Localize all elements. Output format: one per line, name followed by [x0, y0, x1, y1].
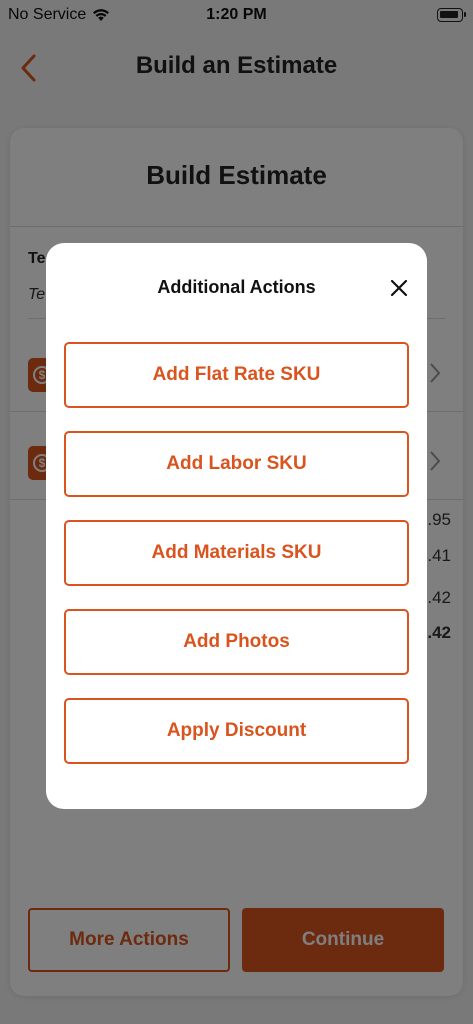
add-materials-sku-button[interactable]: Add Materials SKU [64, 520, 409, 586]
add-photos-button[interactable]: Add Photos [64, 609, 409, 675]
apply-discount-button[interactable]: Apply Discount [64, 698, 409, 764]
close-icon[interactable] [387, 276, 411, 300]
additional-actions-modal: Additional Actions Add Flat Rate SKU Add… [46, 243, 427, 809]
add-flat-rate-sku-button[interactable]: Add Flat Rate SKU [64, 342, 409, 408]
modal-title: Additional Actions [157, 277, 316, 297]
add-labor-sku-button[interactable]: Add Labor SKU [64, 431, 409, 497]
